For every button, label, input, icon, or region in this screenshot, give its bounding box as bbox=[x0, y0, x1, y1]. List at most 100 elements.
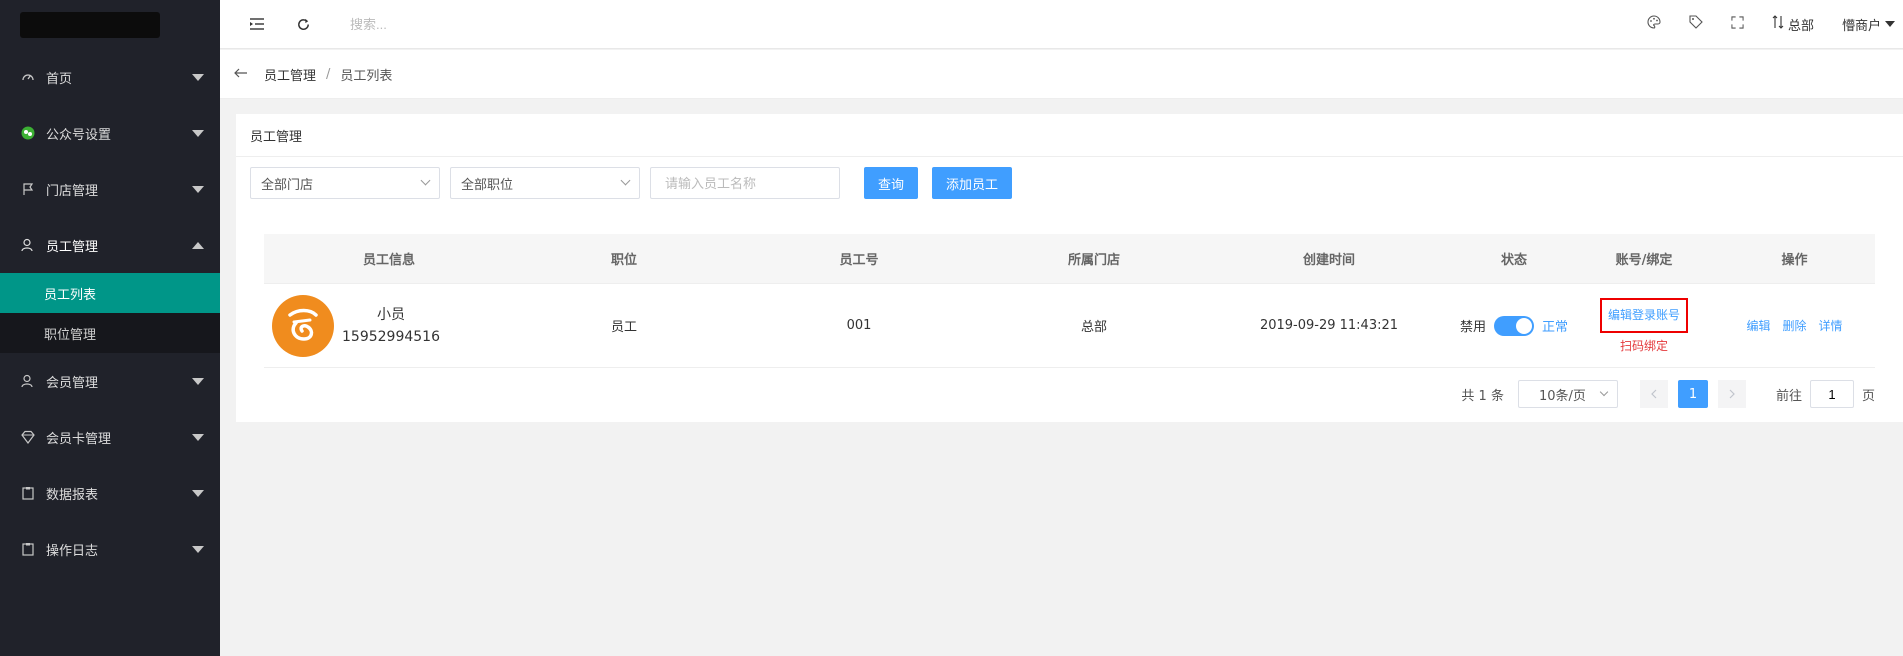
staff-table: 员工信息 职位 员工号 所属门店 创建时间 状态 账号/绑定 操作 小员 159… bbox=[264, 234, 1875, 368]
sidebar-subitem-staff-list[interactable]: 员工列表 bbox=[0, 273, 220, 313]
chevron-right-icon bbox=[1729, 389, 1735, 399]
prev-page-button[interactable] bbox=[1639, 380, 1668, 408]
refresh-icon[interactable] bbox=[284, 5, 322, 43]
sidebar-item-label: 门店管理 bbox=[46, 183, 99, 199]
actions-cell: 编辑 删除 详情 bbox=[1714, 317, 1875, 334]
breadcrumb-current: 员工列表 bbox=[340, 68, 393, 84]
chevron-down-icon bbox=[192, 129, 204, 137]
chevron-up-icon bbox=[192, 241, 204, 249]
chevron-down-icon bbox=[192, 433, 204, 441]
edit-link[interactable]: 编辑 bbox=[1746, 317, 1770, 334]
account-cell: 编辑登录账号 扫码绑定 bbox=[1574, 297, 1714, 354]
app-root: 首页 公众号设置 门店管理 员工管理 员工列表 职位管理 会员管理 会员卡管理 … bbox=[0, 0, 1903, 656]
total-count: 共 1 条 bbox=[1461, 388, 1504, 404]
breadcrumb: 员工管理 / 员工列表 bbox=[220, 50, 1903, 99]
position-select[interactable]: 全部职位 bbox=[450, 167, 640, 199]
sidebar-item-home[interactable]: 首页 bbox=[0, 49, 220, 105]
staff-number-cell: 001 bbox=[846, 318, 872, 333]
fullscreen-icon bbox=[1731, 15, 1744, 33]
status-toggle[interactable] bbox=[1494, 315, 1534, 336]
chevron-down-icon bbox=[620, 175, 631, 186]
org-label: 总部 bbox=[1787, 18, 1814, 34]
page-suffix: 页 bbox=[1861, 388, 1875, 404]
sidebar-item-label: 首页 bbox=[46, 71, 73, 87]
page-size-select[interactable]: 10条/页 bbox=[1517, 380, 1618, 408]
goto-label: 前往 bbox=[1775, 388, 1802, 404]
column-header: 员工号 bbox=[839, 253, 879, 268]
sidebar-item-reports[interactable]: 数据报表 bbox=[0, 465, 220, 521]
delete-link[interactable]: 删除 bbox=[1782, 317, 1806, 334]
staff-submenu: 员工列表 职位管理 bbox=[0, 273, 220, 353]
breadcrumb-parent[interactable]: 员工管理 bbox=[264, 65, 316, 84]
chevron-left-icon bbox=[1651, 389, 1657, 399]
store-select[interactable]: 全部门店 bbox=[250, 167, 440, 199]
sidebar-subitem-positions[interactable]: 职位管理 bbox=[0, 313, 220, 353]
flag-icon bbox=[20, 181, 36, 197]
status-on-label: 正常 bbox=[1542, 320, 1569, 335]
column-header: 状态 bbox=[1500, 253, 1527, 268]
add-staff-button[interactable]: 添加员工 bbox=[932, 167, 1013, 199]
menu-fold-icon[interactable] bbox=[238, 5, 276, 43]
wechat-icon bbox=[20, 125, 36, 141]
top-header: 总部 懵商户 bbox=[220, 0, 1903, 49]
breadcrumb-separator: / bbox=[326, 66, 331, 82]
column-header: 账号/绑定 bbox=[1615, 253, 1673, 268]
clipboard-icon bbox=[20, 485, 36, 501]
query-button[interactable]: 查询 bbox=[864, 167, 919, 199]
logo-area bbox=[0, 0, 220, 49]
sidebar-item-label: 操作日志 bbox=[46, 543, 99, 559]
merchant-menu[interactable]: 懵商户 bbox=[1828, 0, 1903, 48]
sidebar-item-label: 会员卡管理 bbox=[46, 431, 112, 447]
table-header: 员工信息 职位 员工号 所属门店 创建时间 状态 账号/绑定 操作 bbox=[264, 234, 1875, 284]
back-arrow-icon[interactable] bbox=[234, 66, 248, 82]
store-cell: 总部 bbox=[1080, 320, 1107, 335]
sidebar-item-staff[interactable]: 员工管理 bbox=[0, 217, 220, 273]
column-header: 员工信息 bbox=[362, 253, 415, 268]
sidebar: 首页 公众号设置 门店管理 员工管理 员工列表 职位管理 会员管理 会员卡管理 … bbox=[0, 0, 220, 656]
sidebar-item-logs[interactable]: 操作日志 bbox=[0, 521, 220, 577]
chevron-down-icon bbox=[192, 489, 204, 497]
dashboard-icon bbox=[20, 69, 36, 85]
next-page-button[interactable] bbox=[1717, 380, 1746, 408]
merchant-label: 懵商户 bbox=[1841, 18, 1881, 34]
status-off-label: 禁用 bbox=[1459, 320, 1486, 335]
edit-login-account-link[interactable]: 编辑登录账号 bbox=[1608, 308, 1680, 322]
chevron-down-icon bbox=[1885, 21, 1895, 27]
switch-icon bbox=[1772, 15, 1784, 33]
diamond-icon bbox=[20, 429, 36, 445]
search-input[interactable] bbox=[350, 16, 630, 32]
header-right: 总部 懵商户 bbox=[1633, 0, 1903, 48]
org-switch-button[interactable]: 总部 bbox=[1758, 0, 1828, 48]
user-icon bbox=[20, 237, 36, 253]
avatar bbox=[272, 294, 334, 357]
chevron-down-icon bbox=[192, 377, 204, 385]
pagination: 共 1 条 10条/页 1 前往 页 bbox=[1461, 380, 1875, 408]
scan-bind-link[interactable]: 扫码绑定 bbox=[1620, 337, 1668, 354]
column-header: 操作 bbox=[1781, 253, 1808, 268]
goto-page-input[interactable] bbox=[1809, 380, 1854, 408]
sidebar-subitem-label: 员工列表 bbox=[44, 287, 97, 303]
sidebar-item-label: 会员管理 bbox=[46, 375, 99, 391]
theme-button[interactable] bbox=[1633, 0, 1675, 48]
sidebar-item-label: 员工管理 bbox=[46, 239, 99, 255]
staff-name-input[interactable] bbox=[650, 167, 840, 199]
chevron-down-icon bbox=[192, 185, 204, 193]
sidebar-item-stores[interactable]: 门店管理 bbox=[0, 161, 220, 217]
staff-info-text: 小员 15952994516 bbox=[342, 304, 440, 348]
sidebar-item-members[interactable]: 会员管理 bbox=[0, 353, 220, 409]
column-header: 职位 bbox=[610, 253, 637, 268]
chevron-down-icon bbox=[420, 175, 431, 186]
fullscreen-button[interactable] bbox=[1717, 0, 1758, 48]
chevron-down-icon bbox=[1599, 387, 1609, 397]
highlight-box: 编辑登录账号 bbox=[1599, 297, 1688, 333]
tag-button[interactable] bbox=[1675, 0, 1717, 48]
sidebar-item-member-cards[interactable]: 会员卡管理 bbox=[0, 409, 220, 465]
status-cell: 禁用 正常 bbox=[1454, 315, 1574, 336]
position-select-value: 全部职位 bbox=[461, 177, 514, 193]
detail-link[interactable]: 详情 bbox=[1819, 317, 1843, 334]
sidebar-item-wechat-settings[interactable]: 公众号设置 bbox=[0, 105, 220, 161]
sidebar-item-label: 公众号设置 bbox=[46, 127, 112, 143]
page-number-current[interactable]: 1 bbox=[1677, 380, 1708, 408]
palette-icon bbox=[1647, 15, 1661, 33]
card-title: 员工管理 bbox=[236, 114, 1903, 157]
